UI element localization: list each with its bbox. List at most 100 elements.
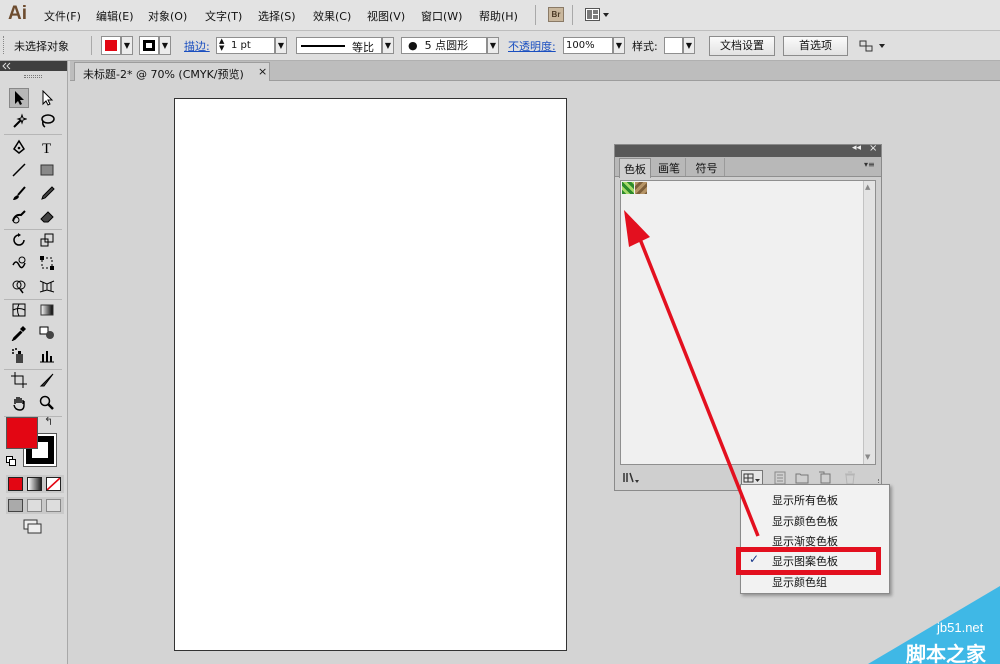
gradient-mode-button[interactable] bbox=[27, 477, 42, 491]
swatch-scrollbar[interactable]: ▲ ▼ bbox=[863, 181, 875, 464]
draw-behind-icon[interactable] bbox=[27, 499, 42, 512]
panel-titlebar[interactable]: ◂◂ × bbox=[615, 143, 881, 157]
stroke-label[interactable]: 描边: bbox=[184, 38, 210, 54]
warp-tool[interactable] bbox=[9, 253, 29, 273]
fill-color-box[interactable] bbox=[6, 417, 38, 449]
tab-symbols[interactable]: 符号 bbox=[689, 158, 725, 176]
type-tool[interactable]: T bbox=[37, 137, 57, 157]
menu-object[interactable]: 对象(O) bbox=[148, 8, 187, 24]
menu-help[interactable]: 帮助(H) bbox=[479, 8, 518, 24]
stroke-dropdown-icon[interactable]: ▼ bbox=[159, 36, 171, 55]
scroll-up-icon[interactable]: ▲ bbox=[865, 183, 870, 191]
slice-tool[interactable] bbox=[37, 370, 57, 390]
pen-tool[interactable] bbox=[9, 137, 29, 157]
bridge-button[interactable]: Br bbox=[548, 7, 564, 22]
opacity-label[interactable]: 不透明度: bbox=[508, 38, 556, 54]
zoom-tool[interactable] bbox=[37, 393, 57, 413]
menu-edit[interactable]: 编辑(E) bbox=[96, 8, 134, 24]
screen-mode-button[interactable] bbox=[23, 519, 43, 535]
blend-tool[interactable] bbox=[37, 323, 57, 343]
eraser-tool[interactable] bbox=[37, 206, 57, 226]
fill-swatch[interactable] bbox=[101, 36, 121, 55]
fill-dropdown-icon[interactable]: ▼ bbox=[121, 36, 133, 55]
close-tab-icon[interactable]: × bbox=[258, 65, 267, 78]
column-graph-tool[interactable] bbox=[37, 346, 57, 366]
new-color-group-button[interactable] bbox=[795, 471, 809, 485]
align-options-button[interactable] bbox=[858, 37, 888, 55]
pen-icon bbox=[13, 139, 25, 154]
control-bar: 未选择对象 ▼ ▼ 描边: ▲ ▼ 1 pt ▼ 等比 ▼ ● 5 点圆形 ▼ 不… bbox=[0, 31, 1000, 61]
swatch-options-button[interactable] bbox=[773, 471, 787, 485]
pattern-swatch-leaves[interactable] bbox=[622, 182, 634, 194]
style-dropdown-icon[interactable]: ▼ bbox=[683, 37, 695, 54]
menu-effect[interactable]: 效果(C) bbox=[313, 8, 351, 24]
brush-definition[interactable]: ● 5 点圆形 bbox=[401, 37, 487, 54]
free-transform-tool[interactable] bbox=[37, 253, 57, 273]
lasso-tool[interactable] bbox=[37, 111, 57, 131]
stroke-weight-value: 1 pt bbox=[231, 40, 251, 51]
hand-tool[interactable] bbox=[9, 393, 29, 413]
tab-swatches[interactable]: 色板 bbox=[619, 158, 651, 178]
menu-view[interactable]: 视图(V) bbox=[367, 8, 405, 24]
delete-swatch-button[interactable] bbox=[843, 471, 857, 485]
stroke-weight-dropdown-icon[interactable]: ▼ bbox=[275, 37, 287, 54]
menu-bar: Ai 文件(F) 编辑(E) 对象(O) 文字(T) 选择(S) 效果(C) 视… bbox=[0, 0, 1000, 31]
pencil-tool[interactable] bbox=[37, 183, 57, 203]
rectangle-tool[interactable] bbox=[37, 160, 57, 180]
scroll-down-icon[interactable]: ▼ bbox=[865, 453, 870, 461]
panel-menu-icon[interactable]: ▾≡ bbox=[864, 160, 875, 169]
shape-builder-tool[interactable] bbox=[9, 276, 29, 296]
artboard-tool[interactable] bbox=[9, 370, 29, 390]
tools-panel-header[interactable] bbox=[0, 61, 67, 71]
gradient-tool[interactable] bbox=[37, 300, 57, 320]
menu-type[interactable]: 文字(T) bbox=[205, 8, 242, 24]
new-swatch-button[interactable] bbox=[818, 471, 832, 485]
direct-selection-tool[interactable] bbox=[37, 88, 57, 108]
blob-brush-tool[interactable] bbox=[9, 206, 29, 226]
menu-select[interactable]: 选择(S) bbox=[258, 8, 296, 24]
arrange-documents-button[interactable] bbox=[585, 7, 611, 22]
symbol-sprayer-tool[interactable] bbox=[9, 346, 29, 366]
preferences-button[interactable]: 首选项 bbox=[783, 36, 848, 56]
draw-inside-icon[interactable] bbox=[46, 499, 61, 512]
rotate-tool[interactable] bbox=[9, 230, 29, 250]
magic-wand-tool[interactable] bbox=[9, 111, 29, 131]
document-setup-button[interactable]: 文档设置 bbox=[709, 36, 775, 56]
menu-item-show-all-swatches[interactable]: 显示所有色板 bbox=[772, 492, 838, 508]
opacity-field[interactable]: 100% bbox=[563, 37, 613, 54]
color-mode-button[interactable] bbox=[8, 477, 23, 491]
menu-window[interactable]: 窗口(W) bbox=[421, 8, 462, 24]
default-colors-icon[interactable] bbox=[6, 456, 16, 466]
none-mode-button[interactable] bbox=[46, 477, 61, 491]
selection-tool[interactable] bbox=[9, 88, 29, 108]
close-panel-icon[interactable]: × bbox=[869, 143, 877, 154]
opacity-dropdown-icon[interactable]: ▼ bbox=[613, 37, 625, 54]
perspective-grid-tool[interactable] bbox=[37, 276, 57, 296]
tab-brushes[interactable]: 画笔 bbox=[653, 158, 686, 176]
eyedropper-tool[interactable] bbox=[9, 323, 29, 343]
scale-tool[interactable] bbox=[37, 230, 57, 250]
document-tab[interactable]: 未标题-2* @ 70% (CMYK/预览) × bbox=[74, 62, 270, 81]
stroke-weight-field[interactable]: ▲ ▼ 1 pt bbox=[216, 37, 275, 54]
mesh-tool[interactable] bbox=[9, 300, 29, 320]
profile-dropdown-icon[interactable]: ▼ bbox=[382, 37, 394, 54]
swatch-libraries-menu[interactable] bbox=[623, 471, 641, 485]
menu-item-show-color-swatches[interactable]: 显示颜色色板 bbox=[772, 513, 838, 529]
graphic-style-swatch[interactable] bbox=[664, 37, 683, 54]
paintbrush-icon bbox=[13, 186, 26, 200]
menu-file[interactable]: 文件(F) bbox=[44, 8, 81, 24]
hand-icon bbox=[13, 397, 25, 411]
menu-item-show-color-groups[interactable]: 显示颜色组 bbox=[772, 574, 827, 590]
line-segment-tool[interactable] bbox=[9, 160, 29, 180]
brush-dropdown-icon[interactable]: ▼ bbox=[487, 37, 499, 54]
artboard[interactable] bbox=[174, 98, 567, 651]
stroke-swatch[interactable] bbox=[139, 36, 159, 55]
swap-fill-stroke-icon[interactable]: ↰ bbox=[44, 415, 53, 428]
pattern-swatch-texture[interactable] bbox=[635, 182, 647, 194]
stepper-icon[interactable]: ▲ ▼ bbox=[219, 38, 224, 52]
draw-normal-icon[interactable] bbox=[8, 499, 23, 512]
type-icon: T bbox=[42, 141, 51, 155]
variable-width-profile[interactable]: 等比 bbox=[296, 37, 382, 54]
paintbrush-tool[interactable] bbox=[9, 183, 29, 203]
collapse-panel-icon[interactable]: ◂◂ bbox=[852, 143, 861, 153]
